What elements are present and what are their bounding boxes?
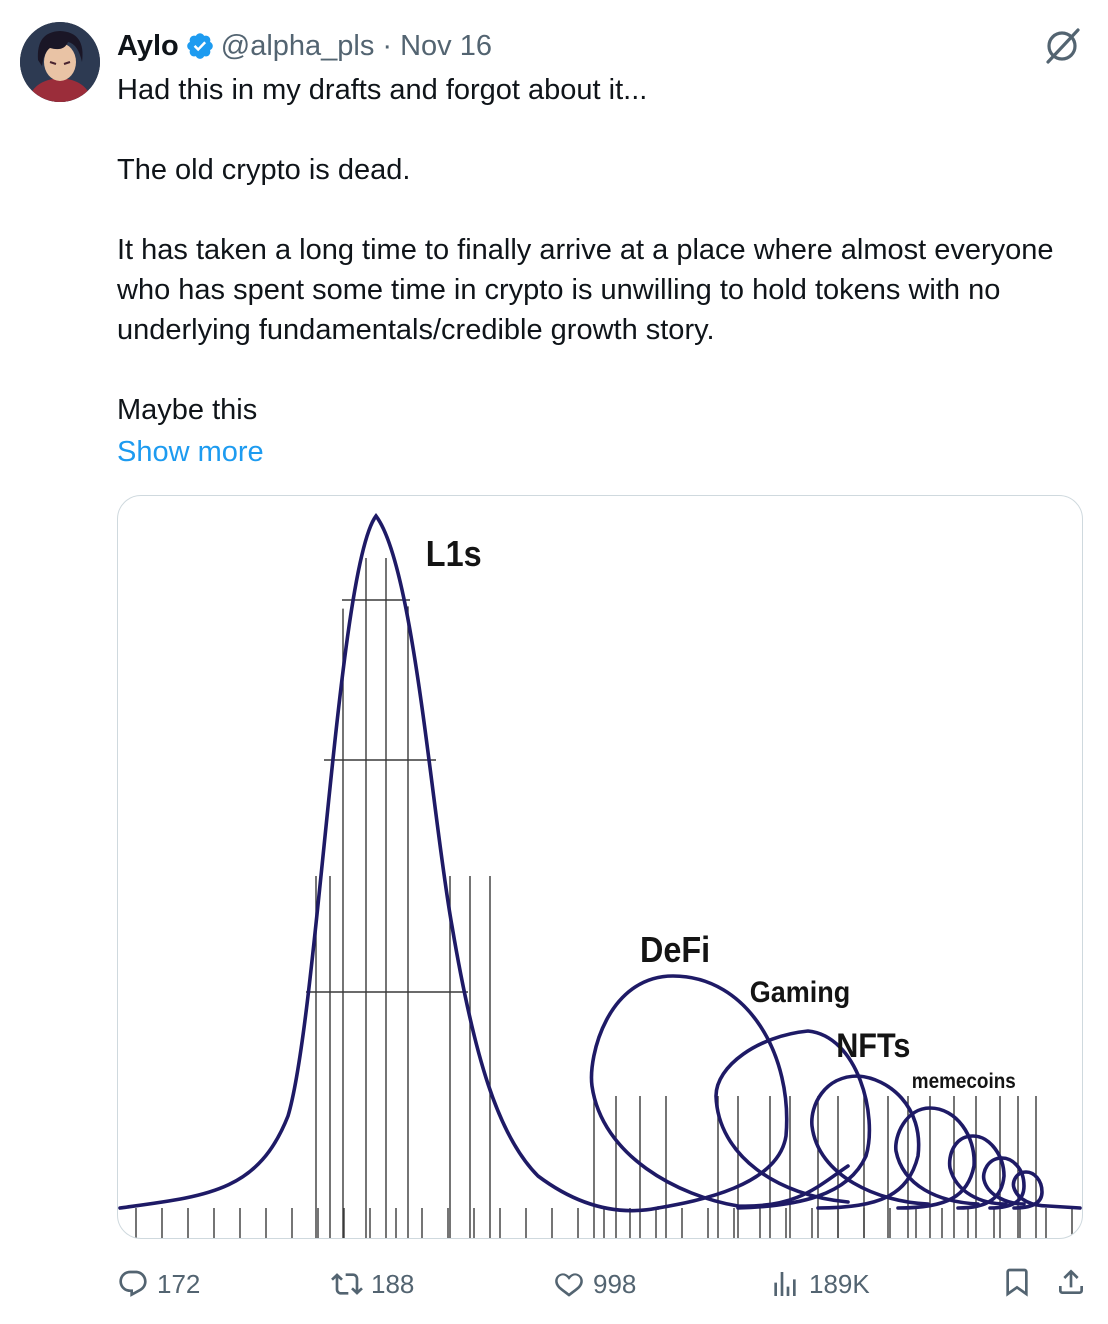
like-icon — [555, 1273, 583, 1297]
tweet-image[interactable]: L1s DeFi Gaming NFTs memecoins — [117, 495, 1083, 1239]
coaster-supports — [135, 558, 1073, 1238]
reply-button[interactable]: 172 — [117, 1262, 200, 1306]
repost-count: 188 — [371, 1268, 415, 1299]
share-icon — [1059, 1268, 1083, 1294]
views-button[interactable]: 189K — [769, 1262, 870, 1306]
label-gaming: Gaming — [750, 976, 850, 1010]
tweet-paragraph: Had this in my drafts and forgot about i… — [117, 74, 648, 106]
share-button[interactable] — [1055, 1266, 1087, 1303]
tweet-paragraph: It has taken a long time to finally arri… — [117, 234, 1054, 346]
grok-icon[interactable] — [1040, 24, 1084, 68]
action-bar-right — [1001, 1262, 1087, 1306]
views-count: 189K — [809, 1268, 870, 1299]
coaster-track — [118, 513, 1082, 1213]
action-bar: 172 188 998 189K — [117, 1262, 1087, 1306]
label-nfts: NFTs — [836, 1027, 910, 1065]
tweet-text: Had this in my drafts and forgot about i… — [117, 70, 1077, 430]
tweet-paragraph: Maybe this — [117, 394, 258, 426]
label-l1s: L1s — [426, 534, 482, 574]
like-count: 998 — [593, 1268, 637, 1299]
views-icon — [774, 1272, 796, 1296]
tweet-date[interactable]: Nov 16 — [400, 30, 492, 63]
reply-icon — [119, 1270, 147, 1297]
bookmark-button[interactable] — [1001, 1266, 1033, 1303]
bookmark-icon — [1006, 1268, 1028, 1297]
repost-icon — [331, 1273, 363, 1295]
verified-badge-icon — [185, 31, 215, 61]
show-more-link[interactable]: Show more — [117, 432, 264, 472]
tweet-paragraph: The old crypto is dead. — [117, 154, 411, 186]
separator-dot: · — [382, 29, 393, 62]
avatar[interactable] — [20, 22, 100, 102]
author-name[interactable]: Aylo — [117, 30, 179, 63]
reply-count: 172 — [157, 1268, 201, 1299]
like-button[interactable]: 998 — [553, 1262, 636, 1306]
repost-button[interactable]: 188 — [331, 1262, 414, 1306]
rollercoaster-illustration: L1s DeFi Gaming NFTs memecoins — [118, 513, 1082, 1238]
track-loop-defi — [589, 974, 850, 1210]
track-main-hill — [118, 513, 660, 1213]
label-defi: DeFi — [640, 930, 710, 970]
tweet-header: Aylo @alpha_pls · Nov 16 — [117, 26, 492, 66]
author-handle[interactable]: @alpha_pls — [221, 30, 375, 63]
label-memecoins: memecoins — [912, 1070, 1016, 1093]
